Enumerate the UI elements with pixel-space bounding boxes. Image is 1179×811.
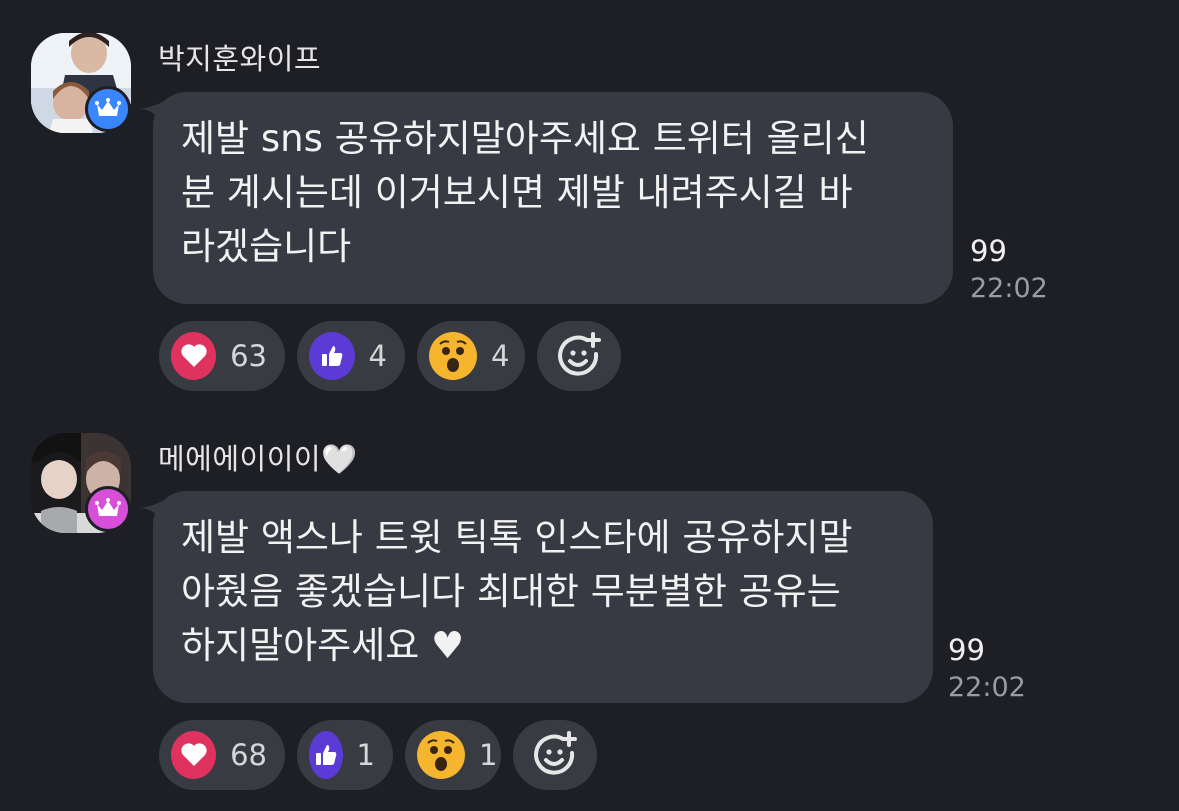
heart-icon [171, 731, 217, 779]
reaction-heart[interactable]: 68 [159, 720, 285, 790]
unread-count: 99 [948, 633, 985, 667]
message-text: 제발 액스나 트윗 틱톡 인스타에 공유하지말 아줬음 좋겠습니다 최대한 무분… [181, 516, 853, 667]
message-bubble[interactable]: 제발 액스나 트윗 틱톡 인스타에 공유하지말 아줬음 좋겠습니다 최대한 무분… [153, 491, 933, 703]
reaction-count: 1 [479, 738, 498, 772]
reaction-count: 1 [356, 738, 375, 772]
thumbs-up-icon [309, 731, 343, 779]
add-emoji-icon [534, 731, 577, 775]
surprised-face-icon [417, 731, 465, 779]
crown-badge-icon [85, 486, 131, 532]
reaction-count: 68 [230, 738, 267, 772]
reaction-thumbs-up[interactable]: 1 [297, 720, 393, 790]
sender-name: 메에에이이이🤍 [158, 442, 358, 476]
chat-message: 메에에이이이🤍 제발 액스나 트윗 틱톡 인스타에 공유하지말 아줬음 좋겠습니… [0, 0, 1179, 811]
add-reaction-button[interactable] [513, 720, 597, 790]
reaction-bar: 68 1 1 [159, 720, 597, 790]
timestamp: 22:02 [948, 672, 1026, 703]
reaction-surprised[interactable]: 1 [405, 720, 501, 790]
